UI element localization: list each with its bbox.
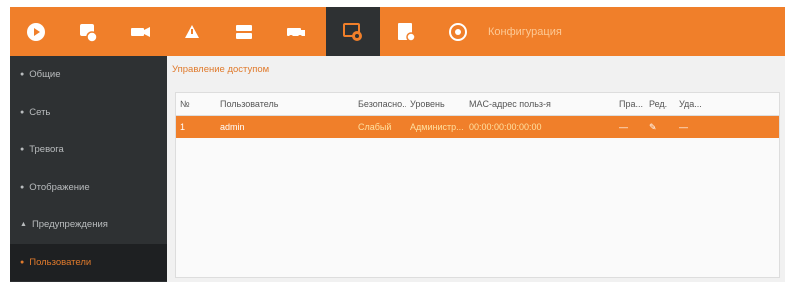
- permission-button[interactable]: —: [615, 122, 645, 132]
- app-window: Конфигурация ● Общие ● Сеть ● Тревога ● Отоб…: [10, 7, 785, 282]
- info-icon: [449, 22, 467, 41]
- column-header-permission[interactable]: Пра...: [615, 99, 645, 109]
- event-button[interactable]: [166, 7, 218, 56]
- live-view-button[interactable]: [10, 7, 62, 56]
- sidebar-item-label: Отображение: [29, 181, 90, 193]
- main-content: Управление доступом № Пользователь Безоп…: [167, 56, 785, 282]
- sidebar-item-general[interactable]: ● Общие: [10, 56, 167, 94]
- sidebar-item-warnings[interactable]: ▲ Предупреждения: [10, 206, 167, 244]
- playback-icon: [80, 23, 98, 43]
- configuration-button[interactable]: [326, 7, 380, 56]
- bullet-icon: ●: [20, 258, 25, 266]
- bullet-icon: ●: [20, 108, 25, 116]
- event-icon: [185, 24, 199, 38]
- users-table: № Пользователь Безопасно... Уровень MAC-…: [175, 92, 780, 278]
- info-button[interactable]: [432, 7, 484, 56]
- playback-button[interactable]: [62, 7, 114, 56]
- toolbar-title: Конфигурация: [488, 25, 562, 38]
- cell-level: Администр...: [410, 122, 464, 132]
- vehicle-icon: [287, 27, 305, 39]
- sidebar-item-label: Общие: [29, 69, 61, 81]
- vehicle-button[interactable]: [270, 7, 322, 56]
- device-button[interactable]: [380, 7, 432, 56]
- column-header-edit[interactable]: Ред.: [645, 99, 675, 109]
- section-title: Управление доступом: [172, 64, 270, 75]
- main-toolbar: Конфигурация: [10, 7, 785, 56]
- bullet-icon: ●: [20, 183, 25, 191]
- delete-button[interactable]: —: [675, 122, 715, 132]
- bullet-icon: ●: [20, 71, 25, 79]
- device-icon: [398, 22, 416, 42]
- column-header-user[interactable]: Пользователь: [216, 99, 354, 109]
- storage-button[interactable]: [218, 7, 270, 56]
- storage-icon: [236, 24, 252, 39]
- cell-user: admin: [220, 122, 245, 132]
- sidebar-item-users[interactable]: ● Пользователи: [10, 243, 167, 281]
- sidebar: ● Общие ● Сеть ● Тревога ● Отображение ▲ Пред…: [10, 56, 167, 282]
- cell-number: 1: [180, 122, 186, 132]
- sidebar-item-label: Пользователи: [29, 256, 92, 268]
- bullet-icon: ●: [20, 146, 25, 154]
- sidebar-item-label: Тревога: [29, 144, 64, 156]
- sidebar-item-alarm[interactable]: ● Тревога: [10, 131, 167, 169]
- configuration-icon: [343, 22, 362, 41]
- sidebar-item-label: Сеть: [29, 106, 51, 118]
- table-header: № Пользователь Безопасно... Уровень MAC-…: [176, 93, 779, 116]
- column-header-level[interactable]: Уровень: [406, 99, 465, 109]
- column-header-security[interactable]: Безопасно...: [354, 99, 406, 109]
- sidebar-item-label: Предупреждения: [31, 219, 108, 231]
- cell-security: Слабый: [358, 122, 392, 132]
- live-view-icon: [27, 22, 45, 41]
- column-header-mac[interactable]: MAC-адрес польз-я: [465, 99, 615, 109]
- sidebar-item-network[interactable]: ● Сеть: [10, 94, 167, 132]
- column-header-number[interactable]: №: [176, 99, 216, 109]
- camera-button[interactable]: [114, 7, 166, 56]
- sidebar-item-display[interactable]: ● Отображение: [10, 169, 167, 207]
- column-header-delete[interactable]: Уда...: [675, 99, 715, 109]
- camera-icon: [131, 26, 150, 37]
- table-row[interactable]: 1 admin Слабый Администр... 00:00:00:00:…: [176, 116, 779, 138]
- warning-icon: ▲: [20, 221, 27, 229]
- cell-mac: 00:00:00:00:00:00: [469, 122, 542, 132]
- edit-icon[interactable]: ✎: [645, 122, 675, 133]
